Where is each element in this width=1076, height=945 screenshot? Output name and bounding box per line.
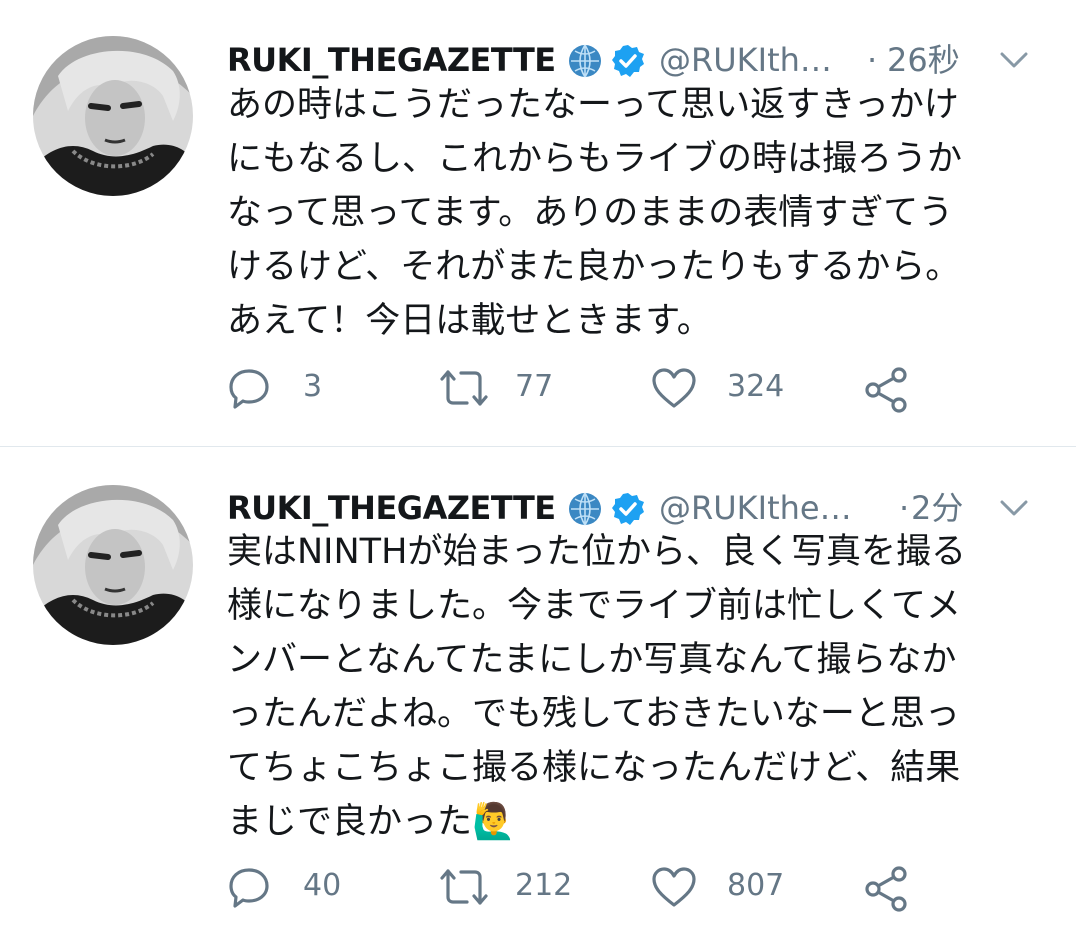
reply-icon: [229, 868, 269, 908]
separator-dot: ·: [899, 489, 910, 527]
timestamp[interactable]: 26秒: [887, 38, 960, 82]
heart-icon: [652, 867, 696, 907]
verified-badge-icon: [612, 493, 644, 525]
display-name[interactable]: RUKI_THEGAZETTE: [227, 486, 556, 530]
retweet-count: 77: [515, 369, 554, 404]
avatar[interactable]: [33, 485, 193, 645]
verified-badge-icon: [612, 45, 644, 77]
action-bar: 3 77 324: [227, 362, 1047, 413]
timestamp[interactable]: 2分: [911, 486, 963, 530]
action-bar: 40 212 807: [227, 861, 1047, 912]
tweet[interactable]: RUKI_THEGAZETTE @RUKIthe… · 2分 実はNINTHが始…: [0, 447, 1076, 945]
globe-icon: [569, 44, 601, 78]
like-count: 324: [727, 369, 785, 404]
separator-dot: ·: [867, 41, 878, 79]
handle[interactable]: @RUKIth…: [659, 38, 869, 82]
retweet-count: 212: [515, 868, 573, 903]
handle[interactable]: @RUKIthe…: [659, 486, 869, 530]
chevron-down-icon[interactable]: [997, 46, 1031, 74]
tweet-text: 実はNINTHが始まった位から、良く写真を撮る 様になりました。今までライブ前は…: [227, 525, 1047, 849]
reply-count: 40: [303, 868, 342, 903]
retweet-icon: [440, 370, 488, 406]
heart-icon: [652, 368, 696, 408]
reply-icon: [229, 369, 269, 409]
retweet-icon: [440, 869, 488, 905]
share-icon: [865, 866, 907, 912]
tweet[interactable]: RUKI_THEGAZETTE @RUKIth… · 26秒 あの時はこうだった…: [0, 0, 1076, 446]
globe-icon: [569, 492, 601, 526]
like-count: 807: [727, 868, 785, 903]
chevron-down-icon[interactable]: [997, 494, 1031, 522]
tweet-text-content: 実はNINTHが始まった位から、良く写真を撮る 様になりました。今までライブ前は…: [227, 532, 966, 842]
tweet-text: あの時はこうだったなーって思い返すきっかけ にもなるし、これからもライブの時は撮…: [227, 85, 963, 341]
reply-count: 3: [303, 369, 323, 404]
raising-hand-emoji: 🙋‍♂️: [472, 802, 516, 842]
avatar[interactable]: [33, 36, 193, 196]
display-name[interactable]: RUKI_THEGAZETTE: [227, 38, 556, 82]
share-icon: [865, 367, 907, 413]
